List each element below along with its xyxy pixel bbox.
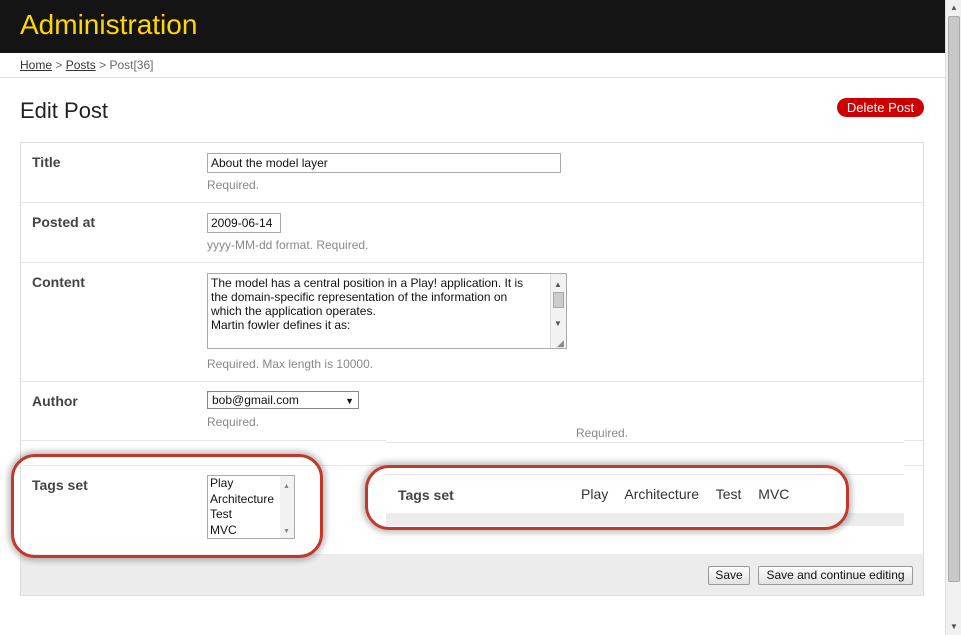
posted-at-help: yyyy-MM-dd format. Required. — [207, 238, 369, 252]
scroll-down-icon[interactable]: ▼ — [950, 622, 958, 631]
save-continue-button[interactable]: Save and continue editing — [758, 566, 913, 585]
author-select[interactable]: bob@gmail.com ▼ — [207, 391, 359, 409]
form-footer: Save Save and continue editing — [21, 554, 923, 595]
author-selected-value: bob@gmail.com — [212, 393, 299, 407]
breadcrumb-separator: > — [55, 58, 63, 72]
content-help: Required. Max length is 10000. — [207, 357, 374, 371]
save-button[interactable]: Save — [708, 566, 750, 585]
breadcrumb-home-link[interactable]: Home — [20, 58, 52, 72]
content-label: Content — [32, 274, 85, 290]
highlight-oval-left — [11, 454, 323, 558]
breadcrumb-current: Post[36] — [109, 58, 154, 72]
title-help: Required. — [207, 178, 260, 192]
page-title: Edit Post — [20, 98, 109, 123]
breadcrumb: Home > Posts > Post[36] — [20, 58, 153, 72]
breadcrumb-posts-link[interactable]: Posts — [66, 58, 96, 72]
posted-at-row: Posted at 2009-06-14 yyyy-MM-dd format. … — [21, 203, 923, 263]
title-input[interactable]: About the model layer — [207, 153, 561, 173]
content-scrollbar[interactable]: ▲ ▼ — [550, 274, 566, 348]
app-title: Administration — [20, 9, 198, 40]
content-line: the domain-specific representation of th… — [211, 290, 508, 304]
highlight-oval-right — [365, 465, 849, 530]
breadcrumb-separator: > — [99, 58, 107, 72]
resize-handle-icon[interactable]: ◢ — [557, 339, 565, 348]
inset-required-text: Required. — [576, 426, 629, 440]
scroll-down-icon[interactable]: ▼ — [554, 317, 562, 331]
scroll-thumb[interactable] — [553, 292, 564, 308]
page-scrollbar[interactable]: ▲ ▼ — [945, 0, 961, 635]
scroll-up-icon[interactable]: ▲ — [950, 3, 958, 12]
author-help: Required. — [207, 415, 260, 429]
app-header: Administration — [0, 0, 945, 53]
scroll-up-icon[interactable]: ▲ — [554, 278, 562, 292]
content-textarea[interactable]: The model has a central position in a Pl… — [207, 273, 567, 349]
title-label: Title — [32, 154, 61, 170]
scroll-thumb[interactable] — [948, 16, 960, 582]
content-line: Martin fowler defines it as: — [211, 318, 351, 332]
chevron-down-icon: ▼ — [345, 396, 354, 406]
inset-divider — [386, 442, 904, 443]
content-line: which the application operates. — [211, 304, 376, 318]
delete-post-button[interactable]: Delete Post — [837, 98, 924, 117]
content-line: The model has a central position in a Pl… — [211, 276, 524, 290]
title-row: Title About the model layer Required. — [21, 143, 923, 203]
posted-at-input[interactable]: 2009-06-14 — [207, 213, 281, 233]
author-row: Author Required. — [21, 382, 923, 441]
author-label: Author — [32, 393, 78, 409]
posted-at-label: Posted at — [32, 214, 96, 230]
header-divider — [0, 77, 945, 78]
